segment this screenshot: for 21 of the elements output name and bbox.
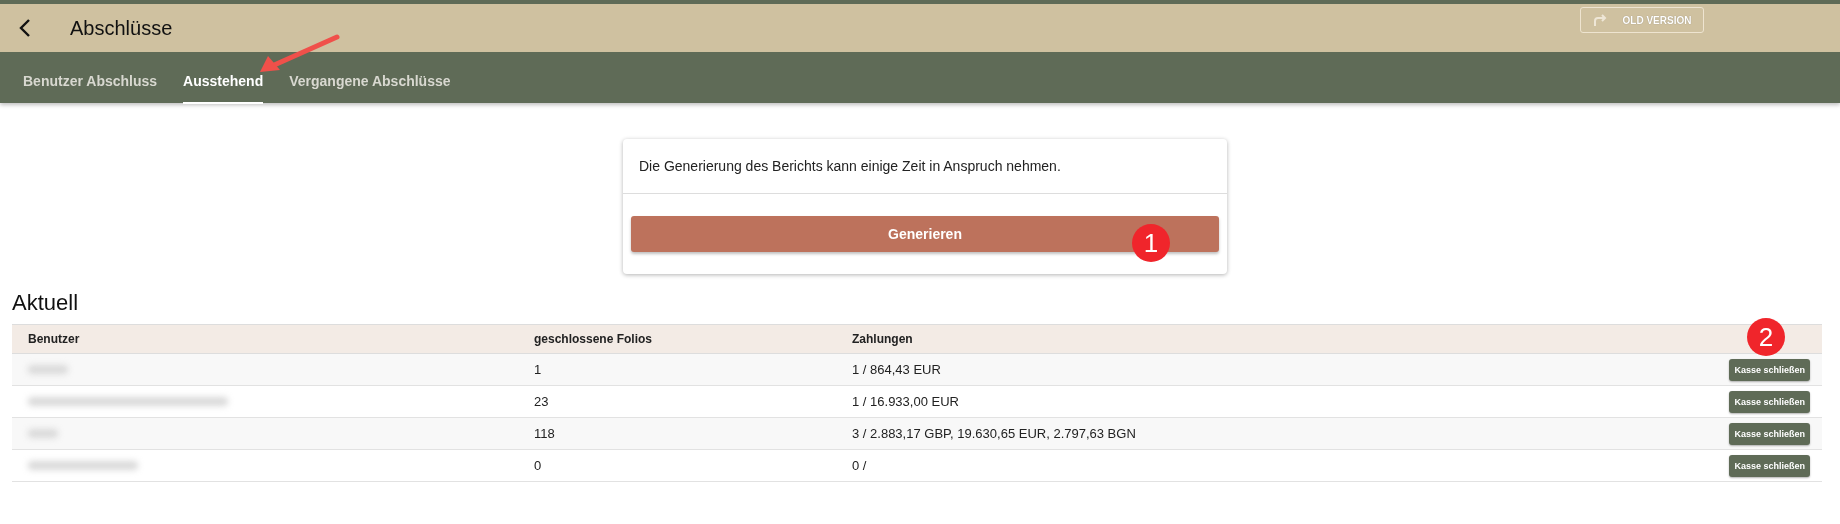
column-header: Zahlungen [851, 332, 914, 346]
table-cell-text: 3 / 2.883,17 GBP, 19.630,65 EUR, 2.797,63 BGN [851, 426, 1137, 441]
column-header: geschlossene Folios [533, 332, 654, 346]
close-register-button[interactable]: Kasse schließen [1729, 390, 1810, 413]
table-cell-text: 23 [533, 394, 550, 409]
close-register-button[interactable]: Kasse schließen [1729, 422, 1810, 445]
column-header: Benutzer [27, 332, 81, 346]
table-cell-text: 1 / 864,43 EUR [851, 362, 942, 377]
close-register-button[interactable]: Kasse schließen [1729, 358, 1810, 381]
table-cell-text: 0 / [851, 458, 868, 473]
redirect-icon [1592, 14, 1609, 26]
table-cell-text: 1 / 16.933,00 EUR [851, 394, 960, 409]
close-register-button[interactable]: Kasse schließen [1729, 454, 1810, 477]
tab[interactable]: Benutzer Abschluss [10, 52, 171, 103]
table-cell-text: 1 [533, 362, 543, 377]
tab[interactable]: Vergangene Abschlüsse [276, 52, 464, 103]
card-message: Die Generierung des Berichts kann einige Zeit in Anspruch nehmen. [623, 139, 1227, 194]
table-cell-text: 0 [533, 458, 543, 473]
table-cell-text: 118 [533, 426, 556, 441]
section-title: Aktuell [12, 290, 80, 316]
page-title: Abschlüsse [70, 16, 173, 40]
